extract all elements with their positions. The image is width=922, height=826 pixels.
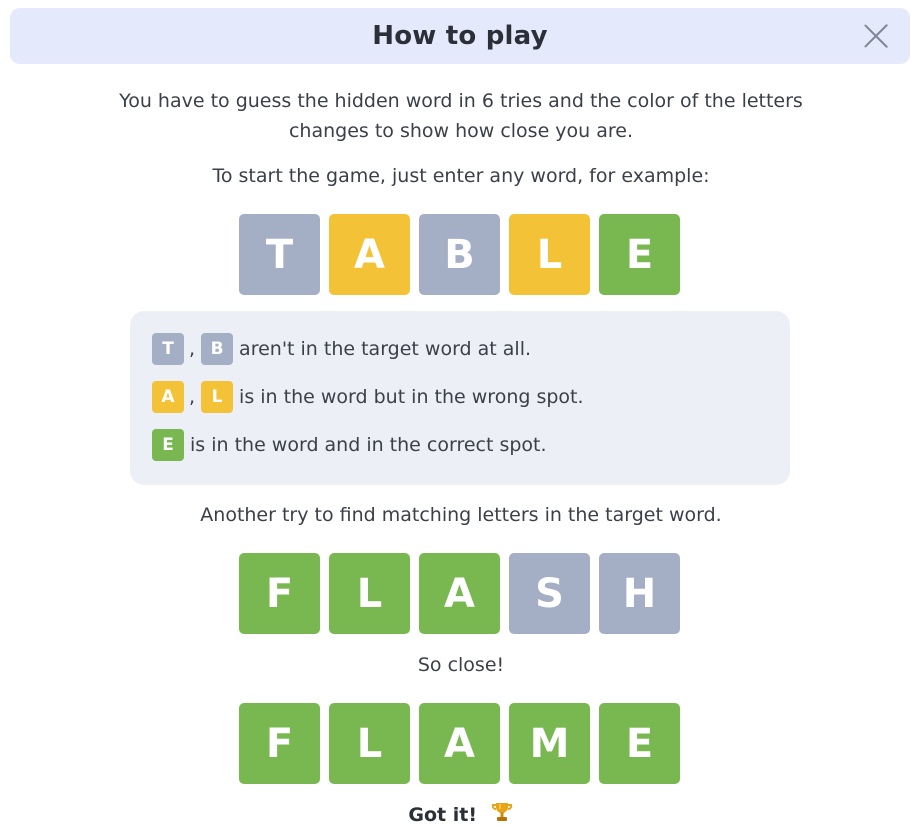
letter-tile: A [419,553,500,634]
close-icon[interactable] [862,22,890,50]
letter-tile: M [509,703,590,784]
start-instruction: To start the game, just enter any word, … [212,165,710,187]
how-to-play-modal: How to play You have to guess the hidden… [0,0,922,826]
got-it-button[interactable]: Got it! [0,800,922,826]
legend-absent: T , B aren't in the target word at all. [152,333,531,365]
letter-tile: E [599,703,680,784]
example-word-table: T A B L E [239,214,680,295]
modal-header: How to play [10,8,910,64]
legend-present-text: is in the word but in the wrong spot. [239,386,584,408]
letter-tile: A [329,214,410,295]
intro-line-1: You have to guess the hidden word in 6 t… [119,90,803,112]
letter-tile: T [239,214,320,295]
trophy-icon [490,800,514,826]
letter-tile: H [599,553,680,634]
letter-tile: L [329,553,410,634]
modal-title: How to play [372,21,548,51]
legend-tile: T [152,333,184,365]
so-close-text: So close! [417,654,505,676]
legend-tile: B [201,333,234,365]
letter-tile: L [329,703,410,784]
example-word-flash: F L A S H [239,553,680,634]
intro-text: You have to guess the hidden word in 6 t… [0,86,922,146]
letter-tile: F [239,703,320,784]
legend-correct-text: is in the word and in the correct spot. [190,434,547,456]
another-try-text: Another try to find matching letters in … [200,504,722,526]
letter-tile: B [419,214,500,295]
got-it-label: Got it! [408,804,477,826]
legend-tile: E [152,429,184,461]
legend-separator: , [189,386,196,408]
letter-tile: A [419,703,500,784]
color-legend: T , B aren't in the target word at all. … [130,311,790,485]
legend-separator: , [189,338,196,360]
legend-tile: A [152,381,184,413]
legend-absent-text: aren't in the target word at all. [239,338,532,360]
letter-tile: F [239,553,320,634]
letter-tile: E [599,214,680,295]
intro-line-2: changes to show how close you are. [288,120,634,142]
legend-present: A , L is in the word but in the wrong sp… [152,381,584,413]
letter-tile: L [509,214,590,295]
example-word-flame: F L A M E [239,703,680,784]
legend-correct: E is in the word and in the correct spot… [152,429,547,461]
legend-tile: L [201,381,234,413]
letter-tile: S [509,553,590,634]
